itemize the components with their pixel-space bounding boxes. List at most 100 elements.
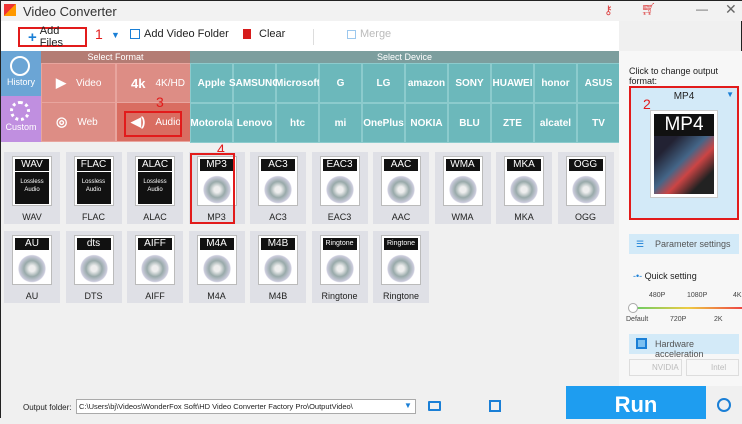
run-button[interactable]: Run (566, 386, 706, 419)
audio-format-ringtone[interactable]: Ringtone Ringtone (311, 231, 368, 303)
mka-format-icon: MKA (504, 156, 544, 206)
wma-format-icon: WMA (442, 156, 483, 206)
close-button[interactable]: ✕ (725, 1, 737, 18)
open-folder-icon[interactable] (428, 401, 441, 411)
output-folder-input[interactable]: C:\Users\bj\Videos\WonderFox Soft\HD Vid… (76, 399, 416, 414)
quick-setting-label: -•- Quick setting (633, 271, 697, 281)
audio-format-aac[interactable]: AAC AAC (373, 152, 429, 224)
key-icon[interactable]: ⚷ (604, 3, 613, 17)
audio-format-mka[interactable]: MKA MKA (496, 152, 552, 224)
format-video[interactable]: ▶ Video (41, 63, 116, 103)
audio-format-flac[interactable]: FLAC Lossless Audio FLAC (65, 152, 122, 224)
audio-format-eac3[interactable]: EAC3 EAC3 (311, 152, 368, 224)
gear-icon (10, 101, 30, 121)
device-honor[interactable]: honor (534, 63, 577, 103)
output-folder-dropdown[interactable]: ▼ (404, 401, 412, 410)
mp4-format-icon: MP4 (650, 110, 718, 198)
annotation-1: 1 (95, 26, 103, 42)
toolbar-divider (313, 29, 314, 45)
format-web[interactable]: ◎ Web (41, 102, 116, 142)
hardware-acceleration-button[interactable]: Hardware acceleration (629, 334, 739, 359)
quality-slider-handle[interactable] (628, 303, 638, 313)
clear-button[interactable]: Clear (243, 28, 285, 40)
audio-format-ringtone[interactable]: Ringtone Ringtone (373, 231, 429, 303)
history-button[interactable]: History (1, 51, 41, 96)
device-asus[interactable]: ASUS (577, 63, 620, 103)
dts-format-icon: dts (73, 235, 114, 285)
audio-format-m4b[interactable]: M4B M4B (250, 231, 306, 303)
device-alcatel[interactable]: alcatel (534, 103, 577, 143)
annotation-3: 3 (156, 94, 164, 110)
device-huawei[interactable]: HUAWEI (491, 63, 534, 103)
app-logo-icon (4, 4, 16, 16)
audio-format-ac3[interactable]: AC3 AC3 (250, 152, 306, 224)
device-zte[interactable]: ZTE (491, 103, 534, 143)
trash-icon (243, 29, 251, 39)
audio-format-au[interactable]: AU AU (4, 231, 60, 303)
alac-format-icon: ALAC Lossless Audio (135, 156, 175, 206)
wav-format-icon: WAV Lossless Audio (12, 156, 52, 206)
custom-button[interactable]: Custom (1, 96, 41, 142)
device-sony[interactable]: SONY (448, 63, 491, 103)
bottom-bar: Output folder: C:\Users\bj\Videos\Wonder… (1, 386, 742, 419)
add-files-button[interactable]: + Add Files (18, 25, 87, 49)
ringtone-format-icon: Ringtone (381, 235, 421, 285)
audio-format-wav[interactable]: WAV Lossless Audio WAV (4, 152, 60, 224)
device-tv[interactable]: TV (577, 103, 620, 143)
audio-highlight (124, 111, 182, 137)
device-lenovo[interactable]: Lenovo (233, 103, 276, 143)
format-4k-hd[interactable]: 4k 4K/HD (116, 63, 191, 103)
device-htc[interactable]: htc (276, 103, 319, 143)
device-g[interactable]: G (319, 63, 362, 103)
folder-icon (130, 29, 140, 39)
sliders-icon: ☰ (636, 239, 645, 249)
4k-hd-icon: 4k (131, 75, 146, 91)
device-microsoft[interactable]: Microsoft (275, 63, 320, 103)
alarm-clock-icon[interactable] (717, 398, 731, 412)
window-title: Video Converter (23, 4, 117, 19)
toolbar: + Add Files 1 ▼ Add Video Folder Clear M… (1, 21, 619, 51)
m4b-format-icon: M4B (258, 235, 298, 285)
cart-icon[interactable]: 🛒︎ (641, 2, 656, 16)
add-files-dropdown[interactable]: ▼ (111, 30, 120, 40)
device-nokia[interactable]: NOKIA (405, 103, 448, 143)
output-folder-label: Output folder: (23, 403, 72, 412)
audio-format-alac[interactable]: ALAC Lossless Audio ALAC (127, 152, 183, 224)
merge-button[interactable]: Merge (347, 28, 391, 40)
audio-format-aiff[interactable]: AIFF AIFF (127, 231, 183, 303)
audio-format-ogg[interactable]: OGG OGG (557, 152, 614, 224)
device-blu[interactable]: BLU (448, 103, 491, 143)
web-icon: ◎ (56, 114, 68, 129)
ringtone-format-icon: Ringtone (319, 235, 360, 285)
history-icon (10, 56, 30, 76)
audio-format-grid: WAV Lossless Audio WAV FLAC Lossless Audio FL… (1, 142, 619, 386)
m4a-format-icon: M4A (196, 235, 237, 285)
flac-format-icon: FLAC Lossless Audio (73, 156, 114, 206)
audio-format-m4a[interactable]: M4A M4A (188, 231, 245, 303)
audio-format-wma[interactable]: WMA WMA (434, 152, 491, 224)
device-mi[interactable]: mi (319, 103, 362, 143)
chip-icon (636, 338, 647, 349)
video-icon: ▶ (56, 75, 66, 90)
device-amazon[interactable]: amazon (405, 63, 448, 103)
output-format-selector[interactable]: MP4 ▼ 2 MP4 (629, 86, 739, 220)
device-samsung[interactable]: SAMSUNG (229, 63, 280, 103)
parameter-settings-button[interactable]: ☰ Parameter settings (629, 234, 739, 254)
chevron-down-icon: ▼ (726, 90, 734, 99)
video-folder-icon[interactable] (489, 400, 501, 412)
audio-format-dts[interactable]: dts DTS (65, 231, 122, 303)
add-video-folder-button[interactable]: Add Video Folder (130, 28, 229, 40)
merge-icon (347, 29, 356, 39)
device-apple[interactable]: Apple (190, 63, 233, 103)
quality-slider[interactable] (633, 307, 742, 309)
device-motorola[interactable]: Motorola (190, 103, 233, 143)
au-format-icon: AU (12, 235, 52, 285)
device-lg[interactable]: LG (362, 63, 405, 103)
title-bar: Video Converter ⚷ 🛒︎ — ✕ (1, 1, 742, 21)
output-hint: Click to change output format: (629, 66, 719, 86)
intel-option[interactable]: Intel (686, 359, 739, 376)
minimize-button[interactable]: — (696, 2, 708, 16)
nvidia-option[interactable]: NVIDIA (629, 359, 682, 376)
device-oneplus[interactable]: OnePlus (362, 103, 405, 143)
select-format-header: Select Format (41, 51, 190, 63)
